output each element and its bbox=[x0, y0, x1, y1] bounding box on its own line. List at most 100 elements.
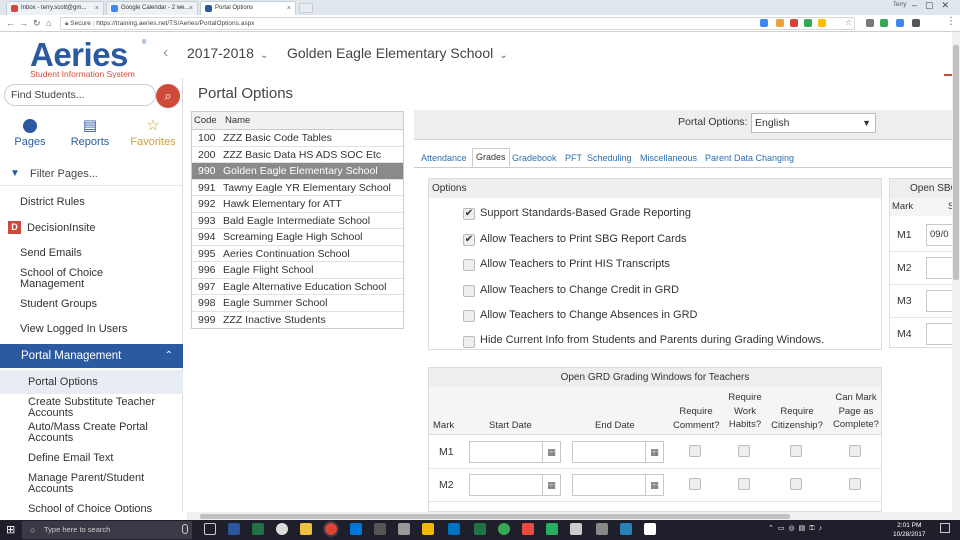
new-tab-button[interactable] bbox=[299, 3, 313, 13]
extension-icon[interactable] bbox=[880, 19, 888, 27]
taskbar-search-input[interactable]: ○ Type here to search bbox=[22, 521, 192, 539]
forward-icon[interactable]: → bbox=[19, 17, 28, 29]
require-work-habits-checkbox[interactable] bbox=[738, 478, 750, 490]
sidebar-item-auto-mass-create-portal-accounts[interactable]: Auto/Mass Create Portal Accounts bbox=[28, 422, 178, 444]
word-icon[interactable] bbox=[228, 523, 240, 535]
sidebar-item-define-email-text[interactable]: Define Email Text bbox=[28, 453, 178, 464]
app-icon[interactable] bbox=[596, 523, 608, 535]
windows-start-icon[interactable]: ⊞ bbox=[6, 523, 15, 536]
tab-gradebook[interactable]: Gradebook bbox=[512, 151, 557, 165]
calendar-icon[interactable]: ▦ bbox=[542, 442, 560, 462]
url-bar[interactable]: 🔒︎ Secure | https://training.aeries.net/… bbox=[60, 17, 855, 30]
sidebar-item-school-of-choice[interactable]: School of Choice Management bbox=[20, 268, 130, 290]
outlook-icon[interactable] bbox=[448, 523, 460, 535]
sidebar-item-decisioninsite[interactable]: DecisionInsite bbox=[27, 223, 187, 234]
table-row[interactable]: 996 Eagle Flight School bbox=[192, 262, 403, 279]
pages-button[interactable]: Pages bbox=[10, 116, 50, 148]
sidebar-item-portal-options[interactable]: Portal Options bbox=[0, 370, 183, 394]
app-icon[interactable] bbox=[620, 523, 632, 535]
start-date-input[interactable]: ▦ bbox=[469, 474, 561, 496]
table-row[interactable]: 993 Bald Eagle Intermediate School bbox=[192, 213, 403, 229]
checkbox-print-sbg-report-cards[interactable]: ✔ bbox=[463, 234, 475, 246]
close-icon[interactable]: × bbox=[95, 2, 99, 15]
checkbox-print-his-transcripts[interactable] bbox=[463, 259, 475, 271]
tab-attendance[interactable]: Attendance bbox=[421, 151, 467, 165]
sidebar-item-school-of-choice-options[interactable]: School of Choice Options bbox=[28, 504, 178, 512]
tab-parent-data-changing[interactable]: Parent Data Changing bbox=[705, 151, 794, 165]
extension-icon[interactable] bbox=[866, 19, 874, 27]
extension-icon[interactable] bbox=[790, 19, 798, 27]
app-icon[interactable] bbox=[522, 523, 534, 535]
tab-scheduling[interactable]: Scheduling bbox=[587, 151, 632, 165]
app-icon[interactable] bbox=[374, 523, 386, 535]
profile-name[interactable]: Terry bbox=[893, 2, 906, 8]
chrome-alt-icon[interactable] bbox=[276, 523, 288, 535]
sidebar-item-student-groups[interactable]: Student Groups bbox=[20, 299, 180, 310]
require-work-habits-checkbox[interactable] bbox=[738, 445, 750, 457]
back-icon[interactable]: ← bbox=[6, 17, 15, 29]
tab-grades[interactable]: Grades bbox=[472, 148, 510, 167]
home-icon[interactable]: ⌂ bbox=[46, 17, 51, 29]
table-row[interactable]: 995 Aeries Continuation School bbox=[192, 246, 403, 262]
require-citizenship-checkbox[interactable] bbox=[790, 478, 802, 490]
search-icon[interactable]: ⌕ bbox=[156, 84, 180, 108]
extension-icon[interactable] bbox=[760, 19, 768, 27]
sidebar-item-send-emails[interactable]: Send Emails bbox=[20, 248, 180, 259]
table-row[interactable]: 200 ZZZ Basic Data HS ADS SOC Etc bbox=[192, 147, 403, 163]
horizontal-scroll-thumb[interactable] bbox=[200, 514, 790, 519]
browser-tab-inbox[interactable]: Inbox - terry.scott@gm... × bbox=[6, 1, 104, 15]
extension-icon[interactable] bbox=[776, 19, 784, 27]
tab-pft[interactable]: PFT bbox=[565, 151, 582, 165]
excel-icon[interactable] bbox=[252, 523, 264, 535]
filter-pages-input[interactable]: ▼ Filter Pages... bbox=[0, 166, 183, 186]
notifications-icon[interactable] bbox=[940, 523, 950, 533]
app-icon[interactable] bbox=[546, 523, 558, 535]
year-selector[interactable]: 2017-2018 ⌄ bbox=[187, 45, 268, 61]
extension-icon[interactable] bbox=[804, 19, 812, 27]
table-row[interactable]: 992 Hawk Elementary for ATT bbox=[192, 196, 403, 213]
can-mark-complete-checkbox[interactable] bbox=[849, 478, 861, 490]
checkbox-support-sbg[interactable]: ✔ bbox=[463, 208, 475, 220]
sidebar-item-manage-parent-student-accounts[interactable]: Manage Parent/Student Accounts bbox=[28, 473, 178, 495]
sidebar-item-district-rules[interactable]: District Rules bbox=[20, 197, 180, 208]
app-icon[interactable] bbox=[570, 523, 582, 535]
chrome-icon[interactable] bbox=[325, 523, 337, 535]
end-date-input[interactable]: ▦ bbox=[572, 441, 664, 463]
sidebar-section-portal-management[interactable]: Portal Management ⌃ bbox=[0, 344, 183, 368]
app-icon[interactable] bbox=[498, 523, 510, 535]
sidebar-item-view-logged-in-users[interactable]: View Logged In Users bbox=[20, 324, 180, 335]
browser-tab-calendar[interactable]: Google Calendar - 2 we... × bbox=[106, 1, 198, 15]
app-icon[interactable] bbox=[398, 523, 410, 535]
table-row[interactable]: 998 Eagle Summer School bbox=[192, 295, 403, 312]
calendar-icon[interactable]: ▦ bbox=[645, 442, 663, 462]
table-row[interactable]: 991 Tawny Eagle YR Elementary School bbox=[192, 180, 403, 196]
bookmark-star-icon[interactable]: ☆ bbox=[845, 18, 852, 27]
table-row[interactable]: 100 ZZZ Basic Code Tables bbox=[192, 130, 403, 147]
school-selector[interactable]: Golden Eagle Elementary School ⌄ bbox=[287, 45, 508, 61]
extension-icon[interactable] bbox=[896, 19, 904, 27]
system-tray-icons[interactable]: ⌃▭◎▤⚿♪ bbox=[768, 524, 826, 533]
microphone-icon[interactable] bbox=[182, 524, 188, 534]
calendar-icon[interactable]: ▦ bbox=[542, 475, 560, 495]
app-icon[interactable] bbox=[422, 523, 434, 535]
checkbox-change-credit[interactable] bbox=[463, 285, 475, 297]
find-students-input[interactable]: Find Students... bbox=[4, 84, 156, 106]
close-icon[interactable]: × bbox=[287, 2, 291, 15]
close-icon[interactable]: × bbox=[189, 2, 193, 15]
table-row[interactable]: 999 ZZZ Inactive Students bbox=[192, 312, 403, 329]
require-comment-checkbox[interactable] bbox=[689, 478, 701, 490]
col-code[interactable]: Code bbox=[194, 112, 217, 130]
vertical-scroll-thumb[interactable] bbox=[953, 45, 959, 280]
app-icon[interactable] bbox=[350, 523, 362, 535]
language-select[interactable]: English ▼ bbox=[751, 113, 876, 133]
collapse-sidebar-icon[interactable]: ‹ bbox=[163, 44, 168, 62]
calendar-icon[interactable]: ▦ bbox=[645, 475, 663, 495]
task-view-icon[interactable] bbox=[204, 523, 216, 535]
col-name[interactable]: Name bbox=[225, 112, 250, 130]
browser-tab-portal-options[interactable]: Portal Options × bbox=[200, 1, 296, 15]
browser-menu-icon[interactable]: ⋮ bbox=[946, 16, 956, 27]
start-date-input[interactable]: ▦ bbox=[469, 441, 561, 463]
reload-icon[interactable]: ↻ bbox=[33, 17, 41, 29]
sidebar-item-create-substitute-teacher-accounts[interactable]: Create Substitute Teacher Accounts bbox=[28, 397, 178, 419]
extension-icon[interactable] bbox=[818, 19, 826, 27]
